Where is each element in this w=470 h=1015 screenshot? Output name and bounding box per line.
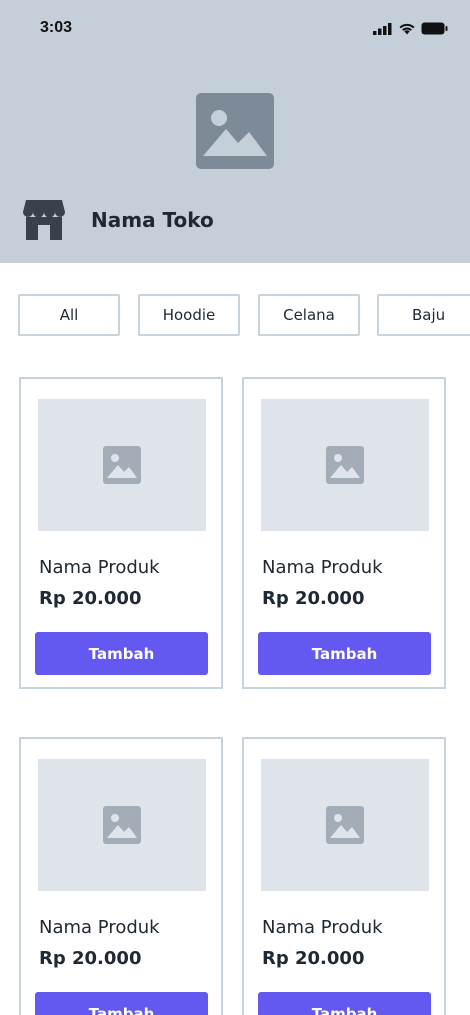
store-header: 3:03 Nama Toko (0, 0, 470, 263)
product-image (261, 399, 429, 531)
product-card[interactable]: Nama Produk Rp 20.000 Tambah (242, 377, 446, 689)
image-placeholder-icon (326, 806, 364, 844)
product-card[interactable]: Nama Produk Rp 20.000 Tambah (19, 737, 223, 1015)
image-placeholder-icon (326, 446, 364, 484)
filter-chip-all[interactable]: All (18, 294, 120, 336)
product-card[interactable]: Nama Produk Rp 20.000 Tambah (19, 377, 223, 689)
battery-icon (421, 22, 448, 35)
product-name: Nama Produk (39, 557, 160, 578)
filter-chip-hoodie[interactable]: Hoodie (138, 294, 240, 336)
product-name: Nama Produk (262, 917, 383, 938)
image-placeholder-icon (103, 446, 141, 484)
product-image (38, 759, 206, 891)
add-to-cart-button[interactable]: Tambah (35, 992, 208, 1015)
product-price: Rp 20.000 (262, 948, 365, 969)
add-to-cart-button[interactable]: Tambah (258, 992, 431, 1015)
product-card[interactable]: Nama Produk Rp 20.000 Tambah (242, 737, 446, 1015)
product-image (38, 399, 206, 531)
image-placeholder-icon (103, 806, 141, 844)
add-to-cart-button[interactable]: Tambah (258, 632, 431, 675)
signal-icon (373, 22, 392, 35)
add-to-cart-button[interactable]: Tambah (35, 632, 208, 675)
status-icons (373, 22, 448, 35)
product-price: Rp 20.000 (39, 588, 142, 609)
store-icon (23, 200, 65, 240)
product-price: Rp 20.000 (39, 948, 142, 969)
wifi-icon (399, 23, 415, 35)
product-price: Rp 20.000 (262, 588, 365, 609)
product-image (261, 759, 429, 891)
status-time: 3:03 (40, 19, 73, 36)
filter-chip-celana[interactable]: Celana (258, 294, 360, 336)
store-name: Nama Toko (91, 208, 214, 232)
image-placeholder-icon (196, 93, 274, 169)
product-name: Nama Produk (39, 917, 160, 938)
product-name: Nama Produk (262, 557, 383, 578)
filter-chip-baju[interactable]: Baju (377, 294, 470, 336)
